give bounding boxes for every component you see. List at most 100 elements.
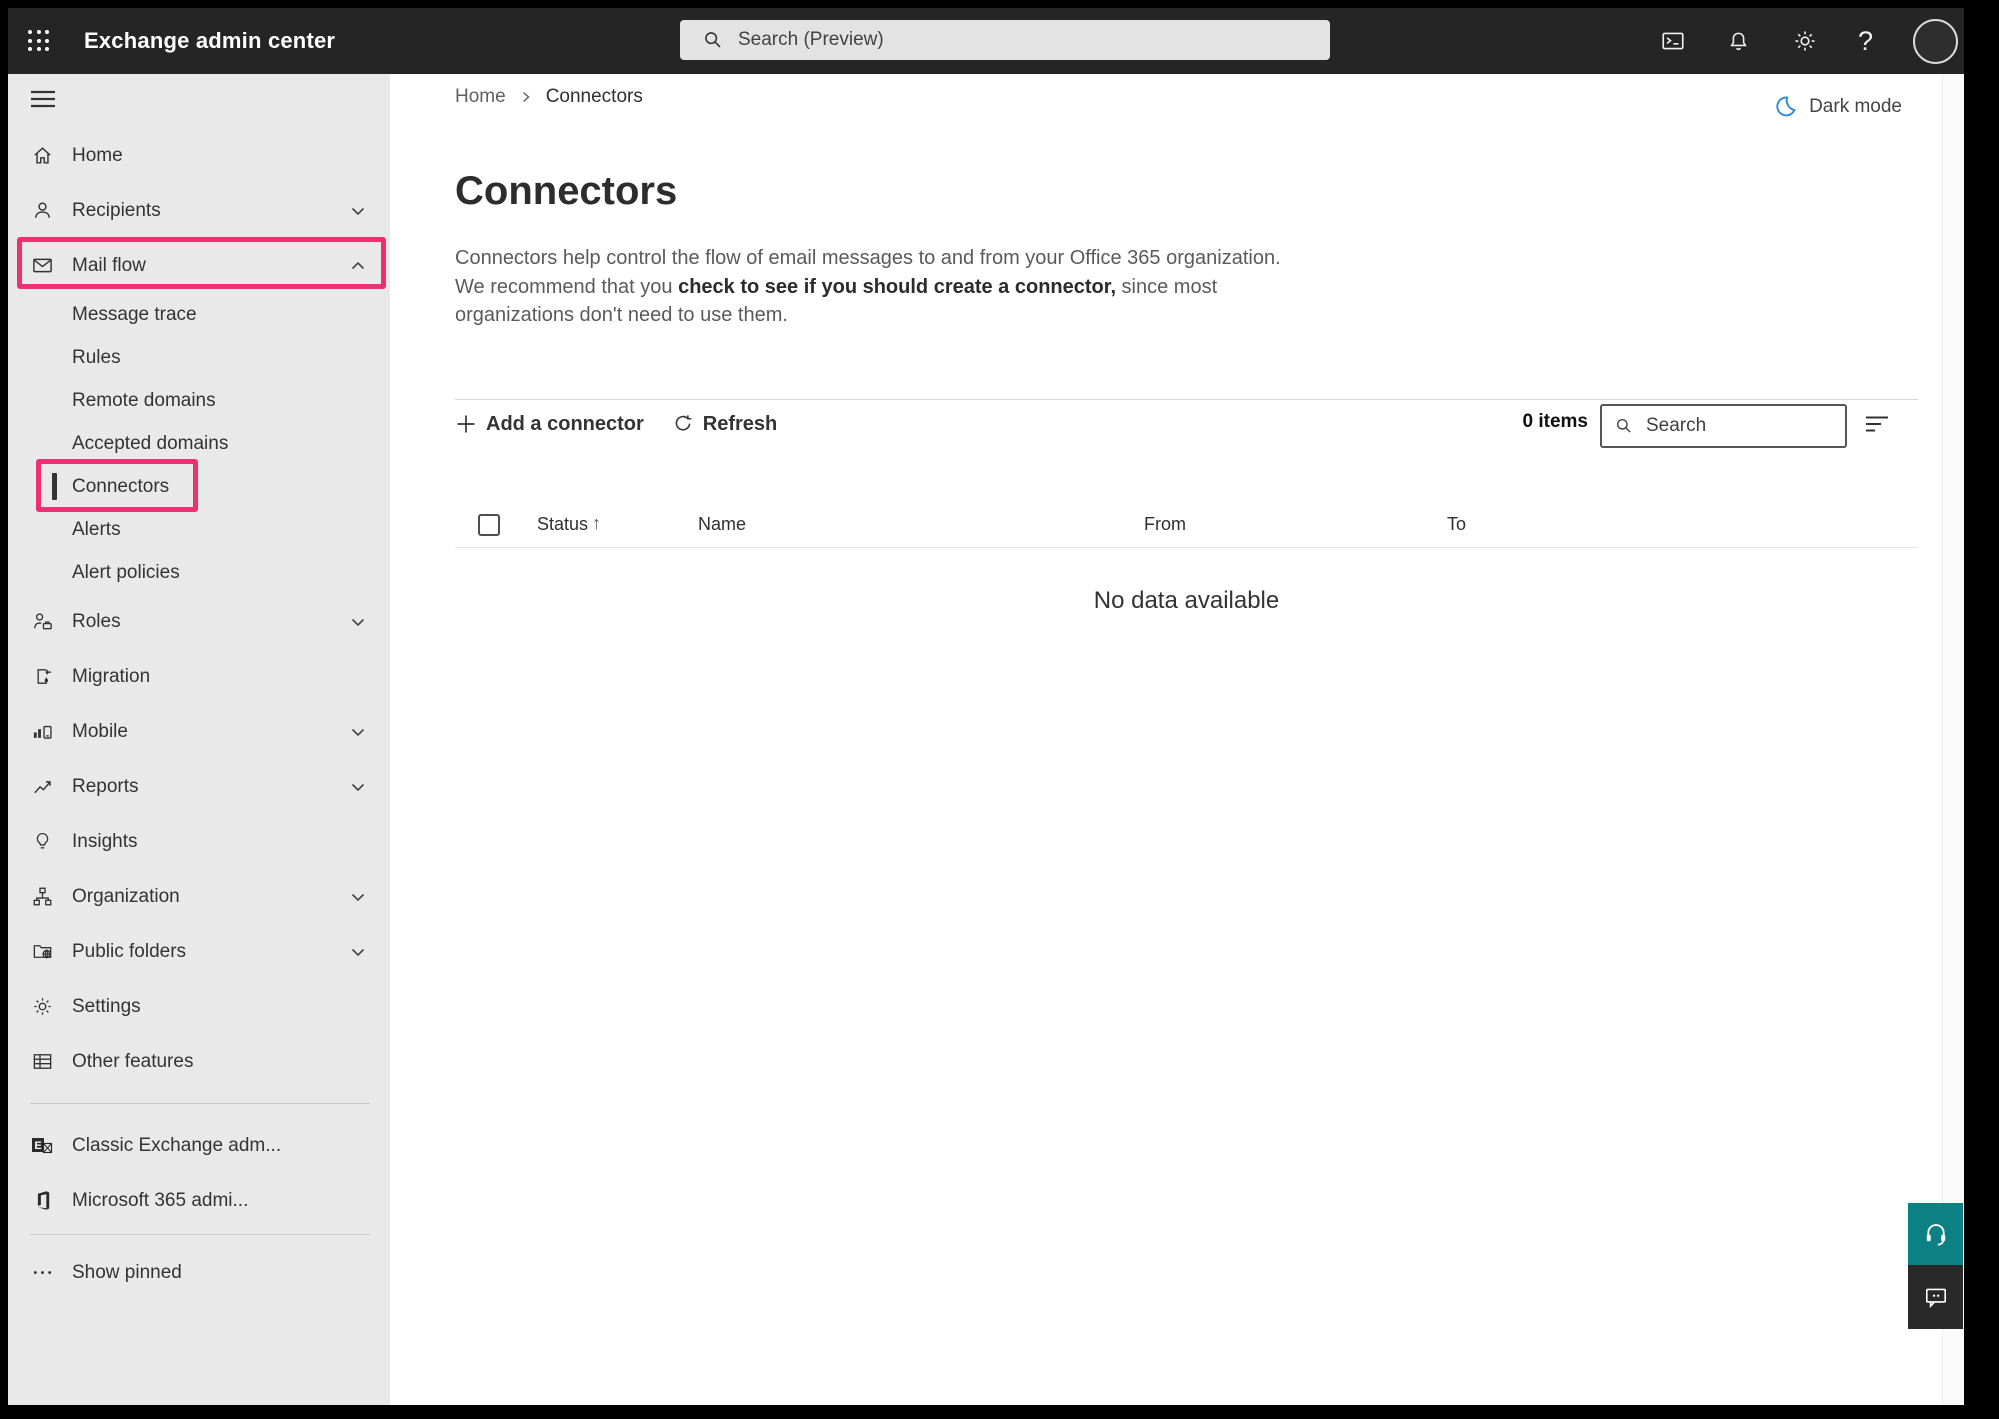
sidebar-item-settings[interactable]: Settings [8,979,390,1034]
sidebar-item-alerts[interactable]: Alerts [8,508,390,551]
table-grid-icon [30,1050,54,1074]
refresh-button[interactable]: Refresh [672,413,777,436]
dark-mode-label: Dark mode [1809,96,1902,118]
sidebar-item-label: Insights [72,831,137,853]
sidebar-item-home[interactable]: Home [8,128,390,183]
sidebar-item-other-features[interactable]: Other features [8,1034,390,1089]
list-search-input[interactable] [1646,415,1845,437]
command-shell-icon[interactable] [1660,28,1686,54]
column-header-to[interactable]: To [1447,514,1466,535]
sidebar-item-reports[interactable]: Reports [8,759,390,814]
breadcrumb-chevron-icon [520,90,532,104]
refresh-icon [672,413,694,435]
global-search-box[interactable] [680,20,1330,60]
sidebar-item-rules[interactable]: Rules [8,336,390,379]
column-header-status[interactable]: Status [537,514,588,535]
list-search-box[interactable] [1600,404,1847,448]
support-button[interactable] [1908,1203,1963,1265]
reports-icon [30,775,54,799]
sidebar-item-migration[interactable]: Migration [8,649,390,704]
feedback-button[interactable] [1908,1265,1963,1329]
lightbulb-icon [30,830,54,854]
add-connector-button[interactable]: Add a connector [455,413,644,436]
sidebar-item-message-trace[interactable]: Message trace [8,293,390,336]
sidebar-item-label: Reports [72,776,139,798]
column-header-name[interactable]: Name [698,514,746,535]
select-all-checkbox[interactable] [478,514,500,536]
sidebar-item-connectors[interactable]: Connectors [8,465,390,508]
main-content: Home Connectors Dark mode Connectors Con… [390,74,1942,1405]
sidebar-item-label: Other features [72,1051,193,1073]
empty-table-message: No data available [455,587,1918,615]
sidebar-item-label: Accepted domains [72,433,228,455]
sidebar-item-show-pinned[interactable]: Show pinned [8,1245,390,1300]
chevron-down-icon [350,614,366,630]
headset-icon [1922,1220,1950,1248]
sidebar-item-label: Organization [72,886,180,908]
sidebar-item-label: Home [72,145,123,167]
sidebar-item-label: Connectors [72,476,169,498]
account-avatar[interactable] [1913,19,1958,64]
feedback-bubble-icon [1923,1284,1949,1310]
left-nav: Home Recipients Mail flow Message trace [8,74,390,1405]
top-bar: Exchange admin center ? [8,8,1964,74]
mail-icon [30,254,54,278]
sidebar-item-label: Message trace [72,304,197,326]
app-window: Exchange admin center ? [8,8,1964,1405]
sidebar-item-label: Show pinned [72,1262,182,1284]
page-description: Connectors help control the flow of emai… [455,244,1307,330]
sidebar-item-microsoft-365-admin[interactable]: Microsoft 365 admi... [8,1173,390,1228]
settings-gear-icon[interactable] [1792,28,1818,54]
migration-icon [30,665,54,689]
dark-mode-toggle[interactable]: Dark mode [1773,94,1902,119]
chevron-up-icon [350,258,366,274]
sort-ascending-icon[interactable]: ↑ [592,513,601,534]
sidebar-item-mobile[interactable]: Mobile [8,704,390,759]
sidebar-divider [30,1234,370,1235]
topbar-icon-group: ? [1660,8,1958,74]
notifications-bell-icon[interactable] [1726,28,1752,54]
items-count: 0 items [1523,411,1588,433]
command-bar: Add a connector Refresh 0 items [390,401,1942,447]
selected-item-indicator [52,473,57,500]
chevron-down-icon [350,889,366,905]
sidebar-item-label: Public folders [72,941,186,963]
table-header-divider [455,547,1918,548]
sidebar-item-accepted-domains[interactable]: Accepted domains [8,422,390,465]
sidebar-item-label: Microsoft 365 admi... [72,1190,248,1212]
public-folder-icon [30,940,54,964]
sidebar-item-label: Recipients [72,200,161,222]
sidebar-item-label: Rules [72,347,121,369]
column-header-from[interactable]: From [1144,514,1186,535]
person-icon [30,199,54,223]
sidebar-item-alert-policies[interactable]: Alert policies [8,551,390,594]
filter-sort-icon[interactable] [1862,411,1892,437]
help-icon[interactable]: ? [1858,26,1873,57]
plus-icon [455,413,477,435]
sidebar-item-insights[interactable]: Insights [8,814,390,869]
chevron-down-icon [350,724,366,740]
sidebar-item-remote-domains[interactable]: Remote domains [8,379,390,422]
sidebar-item-label: Mail flow [72,255,146,277]
global-search-input[interactable] [738,29,1330,51]
sidebar-item-classic-exchange[interactable]: E Classic Exchange adm... [8,1118,390,1173]
description-emphasis: check to see if you should create a conn… [678,276,1116,298]
breadcrumb-home-link[interactable]: Home [455,86,506,108]
chevron-down-icon [350,203,366,219]
mobile-icon [30,720,54,744]
search-icon [702,29,724,51]
microsoft-365-logo-icon [30,1189,54,1213]
gear-icon [30,995,54,1019]
sidebar-item-mail-flow[interactable]: Mail flow [8,238,390,293]
breadcrumb-current: Connectors [546,86,643,108]
sidebar-item-public-folders[interactable]: Public folders [8,924,390,979]
sidebar-item-label: Mobile [72,721,128,743]
page-title: Connectors [455,168,677,214]
sidebar-item-recipients[interactable]: Recipients [8,183,390,238]
svg-text:E: E [34,1140,41,1152]
app-launcher-icon[interactable] [28,30,50,52]
sidebar-item-roles[interactable]: Roles [8,594,390,649]
sidebar-item-organization[interactable]: Organization [8,869,390,924]
table-header-row: Status ↑ Name From To [390,504,1942,547]
hamburger-menu-icon[interactable] [8,84,390,114]
